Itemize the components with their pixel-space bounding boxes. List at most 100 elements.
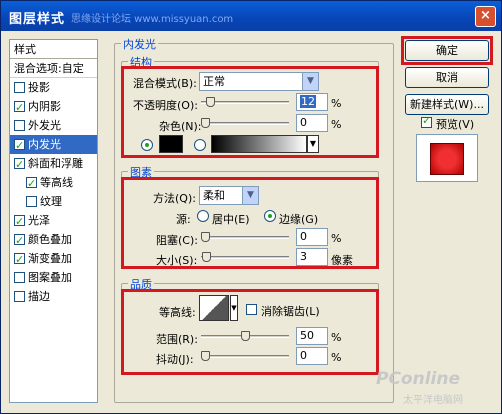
cancel-button[interactable]: 取消	[405, 67, 489, 88]
close-button[interactable]: ×	[475, 6, 496, 27]
style-item-label: 内发光	[28, 138, 61, 151]
range-slider-thumb[interactable]	[241, 331, 250, 341]
close-icon: ×	[480, 8, 491, 23]
style-checkbox[interactable]	[14, 98, 25, 117]
style-item-label: 投影	[28, 81, 50, 94]
style-list-item[interactable]: 图案叠加	[10, 268, 97, 287]
jitter-value: 0	[300, 349, 307, 362]
choke-slider-thumb[interactable]	[201, 232, 210, 242]
choke-slider[interactable]	[201, 236, 289, 239]
gradient-picker[interactable]	[211, 135, 307, 153]
antialias-label[interactable]: 消除锯齿(L)	[261, 303, 320, 319]
style-list-item[interactable]: 内发光	[10, 135, 97, 155]
technique-value: 柔和	[203, 189, 225, 202]
choke-unit: %	[331, 232, 342, 245]
structure-title: 结构	[128, 54, 154, 70]
gradient-radio[interactable]	[194, 139, 206, 151]
style-item-label: 渐变叠加	[28, 252, 72, 265]
style-checkbox[interactable]	[14, 120, 25, 131]
style-items: 投影内阴影外发光内发光斜面和浮雕等高线纹理光泽颜色叠加渐变叠加图案叠加描边	[10, 78, 97, 306]
jitter-slider[interactable]	[201, 355, 289, 358]
style-checkbox[interactable]	[26, 196, 37, 207]
size-value: 3	[300, 250, 307, 263]
new-style-button[interactable]: 新建样式(W)...	[405, 94, 489, 115]
noise-field[interactable]: 0	[296, 114, 328, 132]
preview-checkbox[interactable]	[421, 114, 432, 128]
style-item-label: 内阴影	[28, 100, 61, 113]
jitter-slider-thumb[interactable]	[201, 351, 210, 361]
opacity-slider-thumb[interactable]	[206, 97, 215, 107]
size-slider[interactable]	[201, 256, 289, 259]
title-watermark: 思缘设计论坛 www.missyuan.com	[71, 14, 234, 25]
noise-value: 0	[300, 116, 307, 129]
antialias-checkbox[interactable]	[246, 304, 257, 315]
range-unit: %	[331, 331, 342, 344]
technique-label: 方法(Q):	[153, 192, 196, 205]
choke-label: 阻塞(C):	[156, 234, 198, 247]
size-label: 大小(S):	[156, 254, 198, 267]
style-list-item[interactable]: 描边	[10, 287, 97, 306]
choke-field[interactable]: 0	[296, 228, 328, 246]
style-checkbox[interactable]	[26, 174, 37, 193]
style-checkbox[interactable]	[14, 82, 25, 93]
source-center-label[interactable]: 居中(E)	[212, 211, 250, 227]
style-list-item[interactable]: 渐变叠加	[10, 249, 97, 269]
style-list-item[interactable]: 颜色叠加	[10, 230, 97, 250]
preview-label[interactable]: 预览(V)	[436, 116, 474, 132]
preview-swatch	[430, 143, 464, 175]
style-item-label: 斜面和浮雕	[28, 157, 83, 170]
blend-mode-select[interactable]: 正常 ▼	[199, 72, 319, 91]
glow-color-swatch[interactable]	[159, 135, 183, 153]
style-list-item[interactable]: 投影	[10, 78, 97, 97]
style-checkbox[interactable]	[14, 155, 25, 174]
pconline-subtitle: 太平洋电脑网	[403, 395, 463, 406]
noise-unit: %	[331, 118, 342, 131]
style-checkbox[interactable]	[14, 136, 25, 155]
elements-title: 图素	[128, 164, 154, 180]
size-slider-thumb[interactable]	[202, 252, 211, 262]
style-list-item[interactable]: 外发光	[10, 116, 97, 135]
range-field[interactable]: 50	[296, 327, 328, 345]
choke-value: 0	[300, 230, 307, 243]
blend-mode-value: 正常	[203, 75, 225, 88]
style-checkbox[interactable]	[14, 272, 25, 283]
contour-dropdown-icon[interactable]: ▼	[230, 295, 238, 321]
range-value: 50	[300, 329, 314, 342]
style-list: 样式 混合选项:自定 投影内阴影外发光内发光斜面和浮雕等高线纹理光泽颜色叠加渐变…	[9, 39, 98, 403]
jitter-label: 抖动(J):	[156, 353, 194, 366]
range-label: 范围(R):	[156, 333, 198, 346]
style-checkbox[interactable]	[14, 250, 25, 269]
style-checkbox[interactable]	[14, 231, 25, 250]
style-checkbox[interactable]	[14, 212, 25, 231]
source-center-radio[interactable]	[197, 210, 209, 222]
title-bar: 图层样式 思缘设计论坛 www.missyuan.com ×	[1, 1, 501, 31]
source-edge-label[interactable]: 边缘(G)	[279, 211, 318, 227]
style-list-item[interactable]: 光泽	[10, 211, 97, 231]
blend-mode-label: 混合模式(B):	[133, 77, 197, 90]
style-item-label: 外发光	[28, 119, 61, 132]
contour-label: 等高线:	[159, 306, 196, 319]
style-list-item[interactable]: 纹理	[10, 192, 97, 211]
opacity-field[interactable]: 12	[296, 93, 328, 111]
jitter-field[interactable]: 0	[296, 347, 328, 365]
style-list-item[interactable]: 斜面和浮雕	[10, 154, 97, 174]
noise-slider-thumb[interactable]	[201, 118, 210, 128]
solid-color-radio[interactable]	[141, 139, 153, 151]
style-item-label: 纹理	[40, 195, 62, 208]
preview-thumbnail	[416, 134, 478, 182]
noise-slider[interactable]	[201, 122, 289, 125]
style-list-item[interactable]: 等高线	[10, 173, 97, 193]
style-list-item[interactable]: 内阴影	[10, 97, 97, 117]
opacity-label: 不透明度(O):	[133, 99, 198, 112]
noise-label: 杂色(N):	[159, 120, 202, 133]
gradient-dropdown-icon[interactable]: ▼	[307, 135, 319, 153]
ok-button[interactable]: 确定	[405, 40, 489, 61]
blend-options-item[interactable]: 混合选项:自定	[10, 59, 97, 78]
contour-picker[interactable]	[199, 295, 229, 321]
style-list-header[interactable]: 样式	[10, 40, 97, 59]
size-field[interactable]: 3	[296, 248, 328, 266]
source-edge-radio[interactable]	[264, 210, 276, 222]
source-label: 源:	[176, 213, 191, 226]
technique-select[interactable]: 柔和 ▼	[199, 186, 259, 205]
style-checkbox[interactable]	[14, 291, 25, 302]
